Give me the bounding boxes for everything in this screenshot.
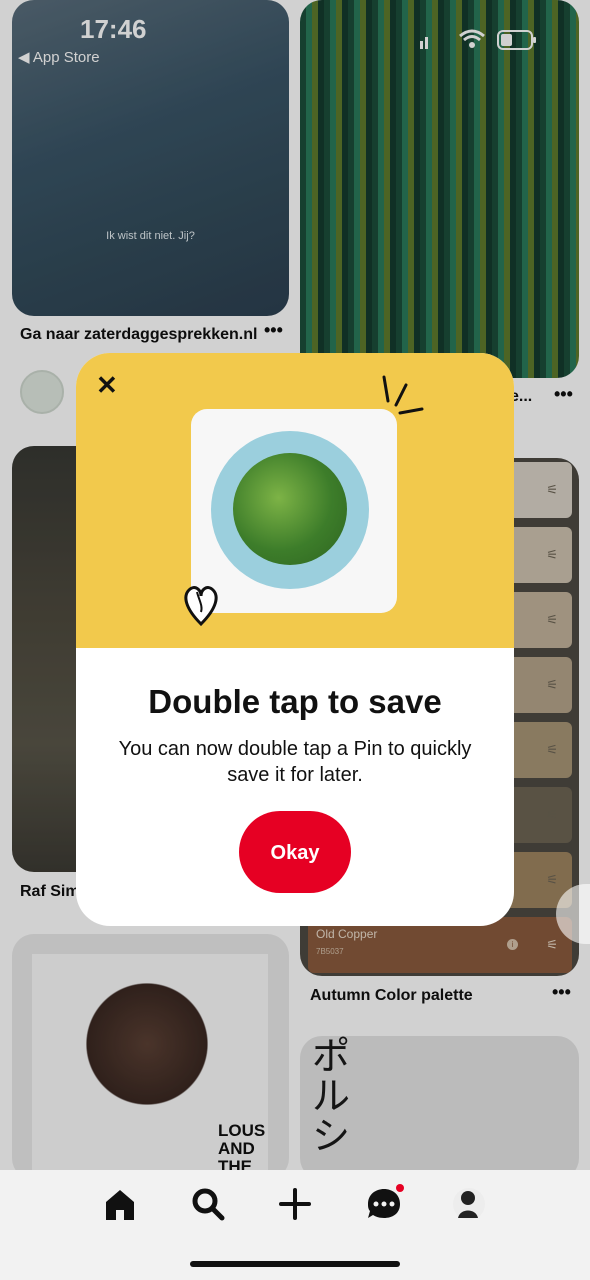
heart-icon — [184, 586, 218, 627]
profile-icon[interactable] — [449, 1184, 489, 1224]
modal-description: You can now double tap a Pin to quickly … — [118, 738, 472, 786]
plate — [211, 431, 369, 589]
create-icon[interactable] — [275, 1184, 315, 1224]
home-indicator — [190, 1261, 400, 1267]
search-icon[interactable] — [188, 1184, 228, 1224]
modal-title: Double tap to save — [148, 683, 442, 720]
home-icon[interactable] — [100, 1184, 140, 1224]
greens — [233, 453, 347, 565]
close-icon[interactable]: ✕ — [96, 371, 120, 399]
food-image — [191, 409, 397, 613]
messages-icon[interactable] — [364, 1184, 404, 1224]
okay-button[interactable]: Okay — [239, 811, 351, 893]
modal-illustration: ✕ — [76, 353, 514, 648]
double-tap-modal: ✕ Double tap to save You can now double … — [76, 353, 514, 926]
